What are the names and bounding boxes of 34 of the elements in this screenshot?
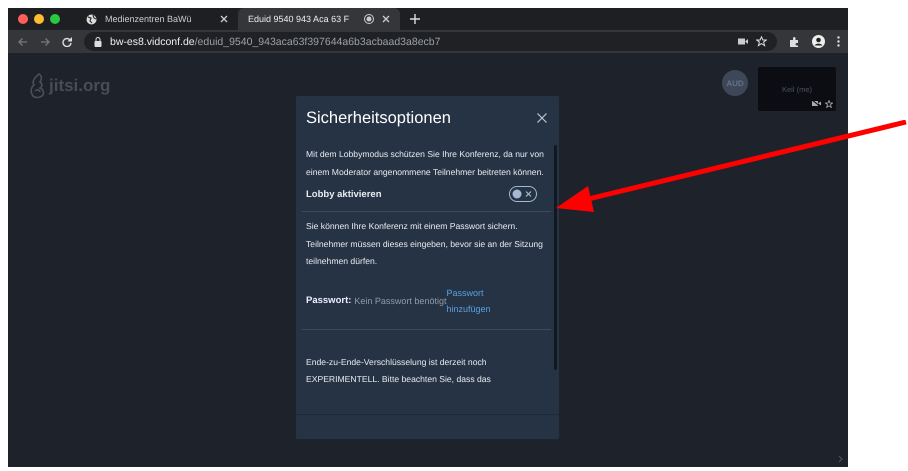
dialog-title: Sicherheitsoptionen xyxy=(306,108,451,128)
camera-icon[interactable] xyxy=(738,38,748,45)
close-icon[interactable] xyxy=(382,15,390,23)
menu-icon[interactable] xyxy=(837,36,840,47)
lock-icon xyxy=(94,36,102,46)
close-icon[interactable] xyxy=(537,113,547,123)
encryption-description: Ende-zu-Ende-Verschlüsselung ist derzeit noch EXPERIMENTELL. Bitte beachten Sie, dass das xyxy=(306,356,492,386)
browser-tab[interactable]: Eduid 9540 943 Aca 63 F xyxy=(238,8,400,30)
url-text: bw-es8.vidconf.de/eduid_9540_943aca63f397644a6b3acbaad3a8ecb7 xyxy=(110,36,440,48)
scrollbar-thumb[interactable] xyxy=(554,145,557,370)
back-icon[interactable] xyxy=(18,36,28,46)
new-tab-icon[interactable] xyxy=(410,14,420,24)
puzzle-icon[interactable] xyxy=(789,36,800,47)
password-label: Passwort: xyxy=(306,295,352,306)
browser-tab[interactable]: Medienzentren BaWü xyxy=(76,8,238,30)
close-icon[interactable] xyxy=(220,15,228,23)
profile-icon[interactable] xyxy=(812,35,825,48)
lobby-toggle-label: Lobby aktivieren xyxy=(306,188,382,200)
password-status: Kein Passwort benötigt xyxy=(354,296,446,306)
star-icon[interactable] xyxy=(756,36,767,47)
lobby-description: Mit dem Lobbymodus schützen Sie Ihre Konferenz, da nur von einem Moderator angenommene Teilnehmer beitreten können. xyxy=(306,148,545,179)
address-bar[interactable]: bw-es8.vidconf.de/eduid_9540_943aca63f397644a6b3acbaad3a8ecb7 xyxy=(84,32,777,51)
tab-title: Eduid 9540 943 Aca 63 F xyxy=(248,14,350,24)
flame-logo-icon xyxy=(30,73,46,99)
tab-title: Medienzentren BaWü xyxy=(105,14,193,24)
lobby-toggle[interactable] xyxy=(509,186,537,202)
forward-icon[interactable] xyxy=(40,36,50,46)
reload-icon[interactable] xyxy=(62,36,72,46)
add-password-link[interactable]: Passwort hinzufügen xyxy=(446,284,498,316)
camera-off-icon xyxy=(812,100,821,108)
star-icon xyxy=(825,100,833,108)
recording-icon xyxy=(364,14,374,24)
globe-icon xyxy=(86,14,97,24)
password-description: Sie können Ihre Konferenz mit einem Passwort sichern. Teilnehmer müssen dieses eingeben, bevor sie an der Sitzung teilnehmen dürfen. xyxy=(306,220,544,268)
